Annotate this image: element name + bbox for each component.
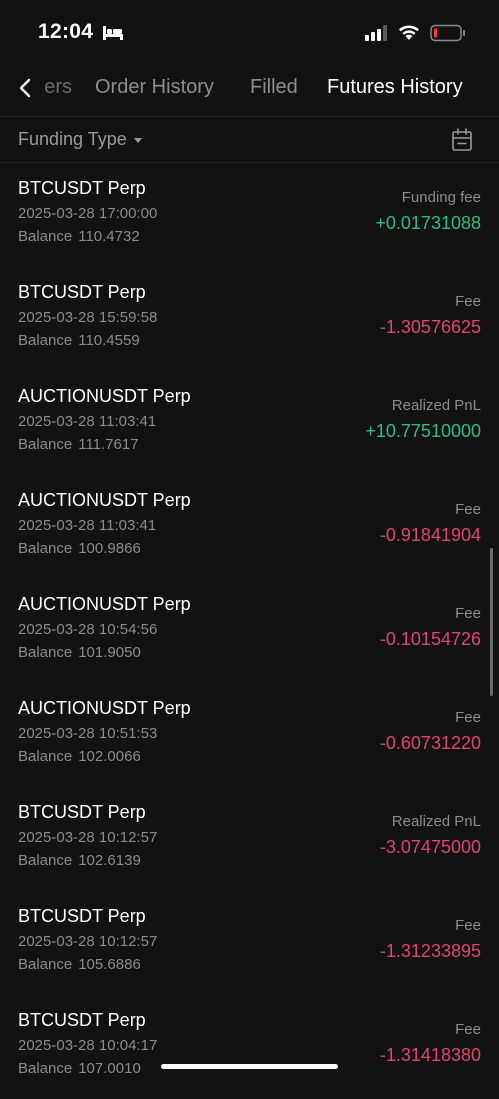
record-time: 2025-03-28 11:03:41 <box>18 413 157 430</box>
record-balance: Balance 110.4732 <box>18 228 140 245</box>
record-time: 2025-03-28 10:12:57 <box>18 933 158 950</box>
balance-label: Balance <box>18 956 73 973</box>
balance-label: Balance <box>18 852 73 869</box>
back-button[interactable] <box>12 74 38 102</box>
record-symbol: BTCUSDT Perp <box>18 1010 146 1030</box>
funding-type-dropdown[interactable]: Funding Type <box>18 129 142 150</box>
status-bar: 12:04 <box>0 0 499 62</box>
history-record[interactable]: BTCUSDT Perp 2025-03-28 17:00:00 Balance… <box>0 163 499 267</box>
record-type: Fee <box>455 293 481 310</box>
funding-type-label: Funding Type <box>18 129 127 149</box>
wifi-icon <box>399 25 419 40</box>
history-record[interactable]: AUCTIONUSDT Perp 2025-03-28 11:03:41 Bal… <box>0 475 499 579</box>
balance-value: 102.6139 <box>78 852 141 869</box>
record-type: Realized PnL <box>391 397 481 414</box>
cellular-signal-icon <box>365 25 387 41</box>
record-time: 2025-03-28 15:59:58 <box>18 309 158 326</box>
record-amount: -1.30576625 <box>379 317 481 337</box>
record-type: Fee <box>455 501 481 518</box>
balance-value: 110.4559 <box>78 332 140 349</box>
futures-history-list: BTCUSDT Perp 2025-03-28 17:00:00 Balance… <box>0 163 499 1099</box>
tab-order-history[interactable]: Order History <box>95 76 214 99</box>
history-record[interactable]: BTCUSDT Perp 2025-03-28 15:59:58 Balance… <box>0 267 499 371</box>
history-tab-bar: ers Order History Filled Futures History <box>0 62 499 117</box>
record-type: Fee <box>455 605 481 622</box>
record-type: Funding fee <box>401 189 481 206</box>
record-balance: Balance 105.6886 <box>18 956 141 973</box>
tab-filled[interactable]: Filled <box>250 76 298 99</box>
tab-open-orders-partial[interactable]: ers <box>44 76 72 99</box>
record-type: Fee <box>455 917 481 934</box>
history-record[interactable]: AUCTIONUSDT Perp 2025-03-28 10:54:56 Bal… <box>0 579 499 683</box>
filter-bar: Funding Type <box>0 117 499 163</box>
status-time: 12:04 <box>38 20 94 43</box>
calendar-icon[interactable] <box>451 128 473 152</box>
record-balance: Balance 110.4559 <box>18 332 140 349</box>
record-balance: Balance 102.6139 <box>18 852 141 869</box>
record-symbol: BTCUSDT Perp <box>18 178 146 198</box>
record-time: 2025-03-28 17:00:00 <box>18 205 158 222</box>
record-balance: Balance 102.0066 <box>18 748 141 765</box>
record-time: 2025-03-28 10:12:57 <box>18 829 158 846</box>
record-type: Fee <box>455 709 481 726</box>
record-symbol: AUCTIONUSDT Perp <box>18 698 191 718</box>
record-symbol: AUCTIONUSDT Perp <box>18 490 191 510</box>
record-amount: -1.31233895 <box>379 941 481 961</box>
tab-futures-history[interactable]: Futures History <box>327 76 463 99</box>
balance-label: Balance <box>18 228 73 245</box>
list-scrollbar[interactable] <box>490 548 493 696</box>
record-amount: -0.10154726 <box>379 629 481 649</box>
history-record[interactable]: BTCUSDT Perp 2025-03-28 10:12:57 Balance… <box>0 787 499 891</box>
record-type: Realized PnL <box>391 813 481 830</box>
chevron-left-icon <box>19 78 31 98</box>
record-balance: Balance 101.9050 <box>18 644 141 661</box>
record-balance: Balance 111.7617 <box>18 436 139 453</box>
caret-down-icon <box>133 138 142 143</box>
record-symbol: AUCTIONUSDT Perp <box>18 594 191 614</box>
balance-label: Balance <box>18 644 73 661</box>
balance-label: Balance <box>18 332 73 349</box>
record-symbol: BTCUSDT Perp <box>18 906 146 926</box>
record-time: 2025-03-28 10:51:53 <box>18 725 158 742</box>
balance-value: 111.7617 <box>78 436 139 453</box>
record-amount: +0.01731088 <box>375 213 481 233</box>
balance-value: 100.9866 <box>78 540 141 557</box>
record-amount: -3.07475000 <box>379 837 481 857</box>
record-type: Fee <box>455 1021 481 1038</box>
record-amount: +10.77510000 <box>365 421 481 441</box>
record-amount: -1.31418380 <box>379 1045 481 1065</box>
record-symbol: AUCTIONUSDT Perp <box>18 386 191 406</box>
balance-value: 110.4732 <box>78 228 140 245</box>
battery-icon <box>430 24 465 42</box>
history-record[interactable]: BTCUSDT Perp 2025-03-28 10:12:57 Balance… <box>0 891 499 995</box>
balance-value: 101.9050 <box>78 644 141 661</box>
balance-label: Balance <box>18 436 73 453</box>
record-time: 2025-03-28 10:04:17 <box>18 1037 158 1054</box>
balance-label: Balance <box>18 748 73 765</box>
record-symbol: BTCUSDT Perp <box>18 802 146 822</box>
record-balance: Balance 100.9866 <box>18 540 141 557</box>
balance-value: 105.6886 <box>78 956 141 973</box>
record-symbol: BTCUSDT Perp <box>18 282 146 302</box>
record-amount: -0.60731220 <box>379 733 481 753</box>
balance-value: 102.0066 <box>78 748 141 765</box>
history-record[interactable]: AUCTIONUSDT Perp 2025-03-28 11:03:41 Bal… <box>0 371 499 475</box>
history-record[interactable]: BTCUSDT Perp 2025-03-28 10:04:17 Balance… <box>0 995 499 1099</box>
bed-icon <box>103 26 123 40</box>
record-time: 2025-03-28 10:54:56 <box>18 621 158 638</box>
balance-label: Balance <box>18 1060 73 1077</box>
history-record[interactable]: AUCTIONUSDT Perp 2025-03-28 10:51:53 Bal… <box>0 683 499 787</box>
home-indicator[interactable] <box>161 1064 338 1069</box>
balance-label: Balance <box>18 540 73 557</box>
record-amount: -0.91841904 <box>379 525 481 545</box>
balance-value: 107.0010 <box>78 1060 141 1077</box>
record-time: 2025-03-28 11:03:41 <box>18 517 157 534</box>
record-balance: Balance 107.0010 <box>18 1060 141 1077</box>
